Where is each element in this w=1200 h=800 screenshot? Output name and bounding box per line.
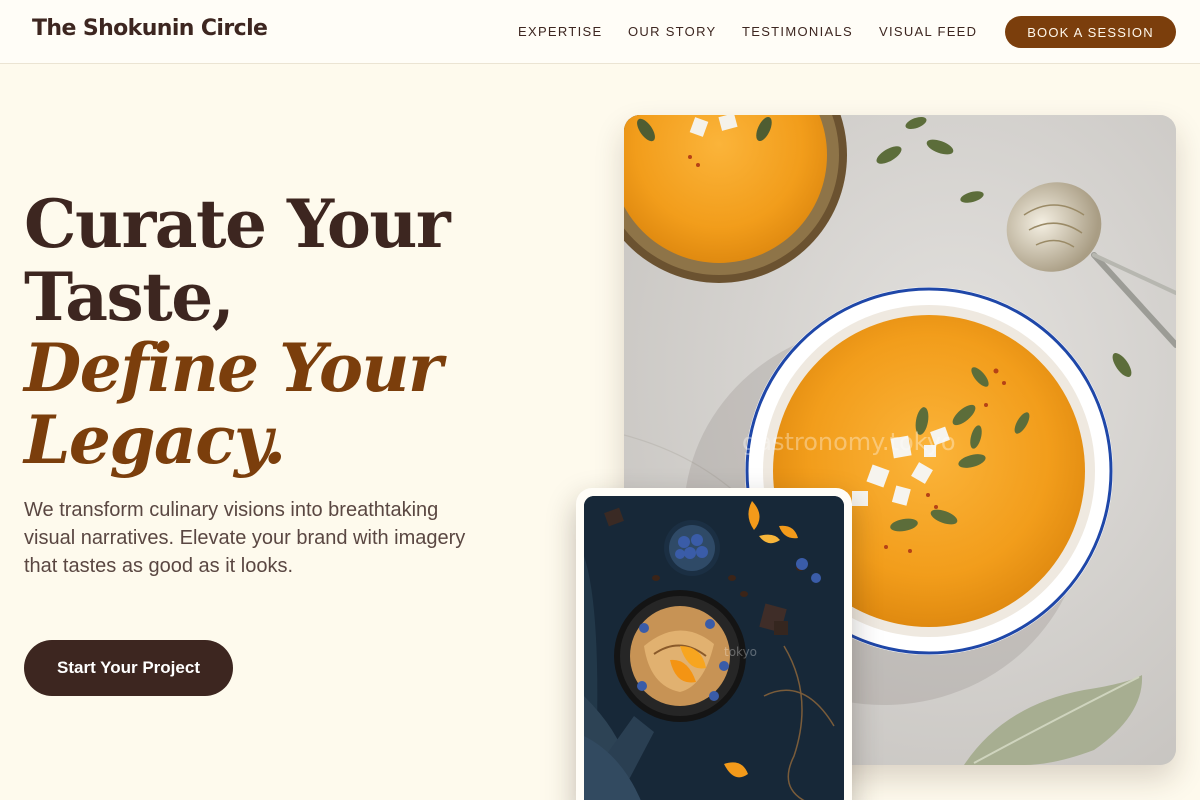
hero-description: We transform culinary visions into breat… [24, 499, 466, 577]
top-navbar: The Shokunin Circle EXPERTISE OUR STORY … [0, 0, 1200, 64]
brand-logo[interactable]: The Shokunin Circle [32, 16, 268, 41]
hero-title-line-1: Curate Your [24, 185, 451, 263]
pancake-skillet-photo: tokyo [584, 496, 844, 800]
secondary-photo-card: tokyo [576, 488, 852, 800]
book-session-button[interactable]: BOOK A SESSION [1005, 16, 1176, 48]
hero-title-line-3: Define Your [24, 329, 443, 407]
main-photo-watermark: gastronomy.tokyo [742, 428, 956, 456]
nav-link-our-story[interactable]: OUR STORY [628, 24, 717, 39]
hero-title-line-2: Taste, [24, 258, 235, 336]
nav-link-testimonials[interactable]: TESTIMONIALS [742, 24, 853, 39]
secondary-photo-watermark: tokyo [724, 645, 757, 659]
hero-title-line-4: Legacy. [24, 401, 286, 479]
nav-link-expertise[interactable]: EXPERTISE [518, 24, 602, 39]
nav-link-visual-feed[interactable]: VISUAL FEED [879, 24, 977, 39]
start-project-button[interactable]: Start Your Project [24, 640, 233, 696]
